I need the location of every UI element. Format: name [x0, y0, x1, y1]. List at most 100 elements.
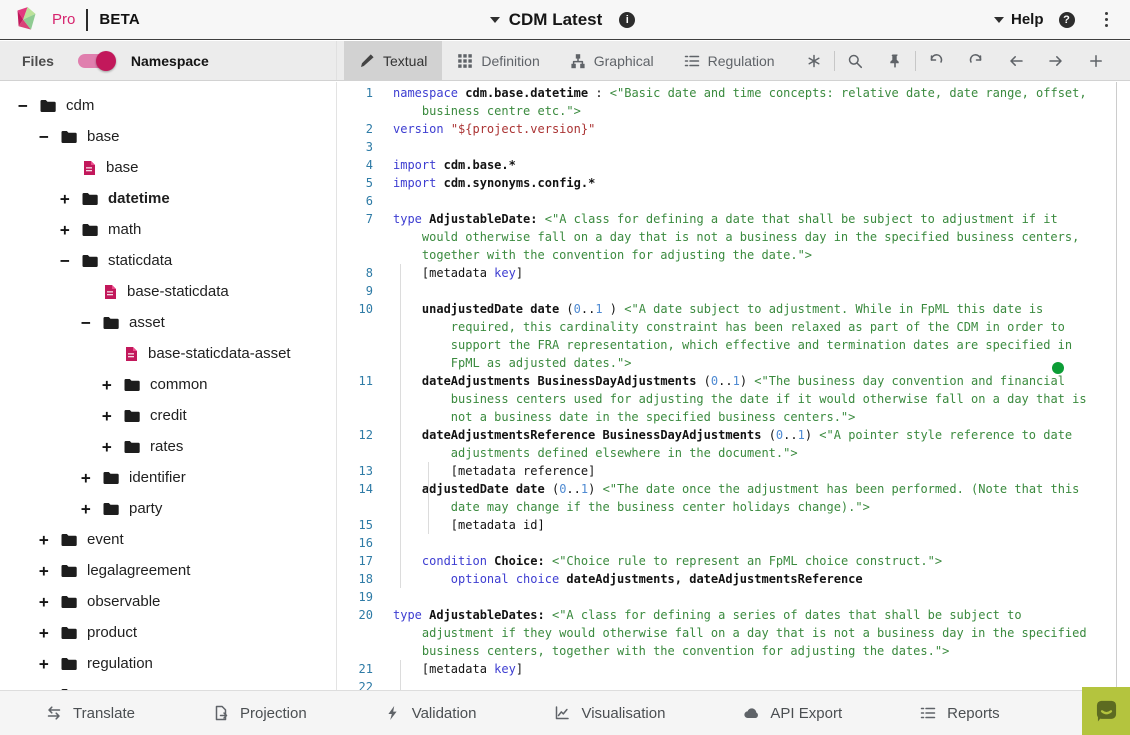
toolbar: Files Namespace TextualDefinitionGraphic…: [0, 41, 1130, 81]
tree-item-base-staticdata-asset[interactable]: base-staticdata-asset: [0, 338, 336, 369]
code-line-20-wrap: adjustment if they would otherwise fall …: [337, 624, 1130, 642]
tree-item-cdm[interactable]: −cdm: [0, 90, 336, 121]
statusbar-reports[interactable]: Reports: [920, 705, 1000, 722]
help-label: Help: [1011, 11, 1044, 28]
info-icon[interactable]: i: [619, 12, 635, 28]
tree-item-product[interactable]: +product: [0, 617, 336, 648]
tree-item-base[interactable]: base: [0, 152, 336, 183]
code-line-1-wrap: business centre etc.">: [337, 102, 1130, 120]
statusbar-translate[interactable]: Translate: [46, 705, 135, 722]
line-number: 5: [337, 174, 373, 192]
pro-badge: Pro: [52, 11, 75, 28]
code-line-11-wrap: not a business date in the specified bus…: [337, 408, 1130, 426]
chat-launcher-button[interactable]: [1082, 687, 1130, 735]
expander-plus-icon[interactable]: +: [39, 530, 60, 549]
chat-bubble-icon: [1093, 698, 1120, 725]
arrow-left-button[interactable]: [996, 41, 1036, 81]
files-label: Files: [22, 53, 54, 69]
plus-button[interactable]: [1076, 41, 1116, 81]
expander-plus-icon[interactable]: +: [39, 561, 60, 580]
line-number: 15: [337, 516, 373, 534]
tab-textual[interactable]: Textual: [344, 41, 442, 80]
line-number: 11: [337, 372, 373, 390]
tree-item-staticdata[interactable]: −staticdata: [0, 245, 336, 276]
code-text: adjustedDate date (0..1) <"The date once…: [393, 480, 1079, 498]
expander-plus-icon[interactable]: +: [39, 623, 60, 642]
tree-item-observable[interactable]: +observable: [0, 586, 336, 617]
folder-icon: [81, 252, 99, 270]
folder-icon: [123, 438, 141, 456]
expander-plus-icon[interactable]: +: [81, 499, 102, 518]
tree-item-event[interactable]: +event: [0, 524, 336, 555]
code-editor[interactable]: 1namespace cdm.base.datetime : <"Basic d…: [337, 82, 1130, 690]
tree-item-truncated[interactable]: +: [0, 679, 336, 690]
expander-plus-icon[interactable]: +: [60, 220, 81, 239]
line-number: [337, 318, 373, 336]
tree-item-common[interactable]: +common: [0, 369, 336, 400]
indent-guide: [400, 264, 401, 588]
plus-icon: [1088, 53, 1104, 69]
search-button[interactable]: [835, 41, 875, 81]
translate-icon: [46, 705, 62, 721]
files-namespace-toggle[interactable]: [78, 54, 113, 68]
expander-minus-icon[interactable]: −: [60, 251, 81, 270]
code-line-10: 10unadjustedDate date (0..1 ) <"A date s…: [337, 300, 1130, 318]
code-text: business centre etc.">: [393, 102, 581, 120]
tab-graphical[interactable]: Graphical: [555, 41, 669, 80]
tree-item-base[interactable]: −base: [0, 121, 336, 152]
line-number: 18: [337, 570, 373, 588]
kebab-menu-icon[interactable]: [1101, 8, 1113, 32]
tree-item-label: party: [129, 500, 162, 517]
code-line-20-wrap: business centers, together with the conv…: [337, 642, 1130, 660]
tree-item-asset[interactable]: −asset: [0, 307, 336, 338]
code-line-11: 11dateAdjustments BusinessDayAdjustments…: [337, 372, 1130, 390]
undo-button[interactable]: [916, 41, 956, 81]
minus-button[interactable]: [1116, 41, 1130, 81]
tree-item-base-staticdata[interactable]: base-staticdata: [0, 276, 336, 307]
tree-item-regulation[interactable]: +regulation: [0, 648, 336, 679]
project-selector[interactable]: CDM Latest i: [490, 10, 636, 30]
tree-item-party[interactable]: + party: [0, 493, 336, 524]
tree-item-datetime[interactable]: +datetime: [0, 183, 336, 214]
statusbar-visualisation[interactable]: Visualisation: [554, 705, 665, 722]
statusbar-validation[interactable]: Validation: [385, 705, 477, 722]
code-line-1: 1namespace cdm.base.datetime : <"Basic d…: [337, 84, 1130, 102]
statusbar-api-export[interactable]: API Export: [743, 705, 842, 722]
code-line-6: 6: [337, 192, 1130, 210]
statusbar-item-label: Visualisation: [581, 705, 665, 722]
tree-item-math[interactable]: + math: [0, 214, 336, 245]
arrow-right-icon: [1048, 53, 1064, 69]
tree-item-legalagreement[interactable]: +legalagreement: [0, 555, 336, 586]
expander-minus-icon[interactable]: −: [18, 96, 39, 115]
expander-minus-icon[interactable]: −: [81, 313, 102, 332]
tree-item-label: identifier: [129, 469, 186, 486]
code-line-11-wrap: business centers used for adjusting the …: [337, 390, 1130, 408]
tab-definition[interactable]: Definition: [442, 41, 554, 80]
scrollbar-track[interactable]: [1116, 82, 1130, 690]
expander-plus-icon[interactable]: +: [81, 468, 102, 487]
expander-minus-icon[interactable]: −: [39, 127, 60, 146]
expander-plus-icon[interactable]: +: [102, 437, 123, 456]
arrow-right-button[interactable]: [1036, 41, 1076, 81]
expander-plus-icon[interactable]: +: [39, 654, 60, 673]
folder-icon: [102, 500, 120, 518]
tab-regulation[interactable]: Regulation: [669, 41, 790, 80]
tree-item-identifier[interactable]: + identifier: [0, 462, 336, 493]
redo-button[interactable]: [956, 41, 996, 81]
expander-plus-icon[interactable]: +: [39, 592, 60, 611]
tree-item-credit[interactable]: +credit: [0, 400, 336, 431]
namespace-tree: −cdm−basebase+datetime+math−staticdataba…: [0, 82, 337, 690]
expander-plus-icon[interactable]: +: [102, 406, 123, 425]
tree-item-label: math: [108, 221, 141, 238]
statusbar-projection[interactable]: Projection: [213, 705, 307, 722]
pin-button[interactable]: [875, 41, 915, 81]
code-line-17: 17condition Choice: <"Choice rule to rep…: [337, 552, 1130, 570]
asterisk-button[interactable]: [794, 41, 834, 81]
line-number: 6: [337, 192, 373, 210]
code-text: support the FRA representation, which ef…: [393, 336, 1072, 354]
statusbar-item-label: Projection: [240, 705, 307, 722]
tree-item-rates[interactable]: +rates: [0, 431, 336, 462]
expander-plus-icon[interactable]: +: [60, 189, 81, 208]
help-menu[interactable]: Help ?: [994, 11, 1075, 28]
expander-plus-icon[interactable]: +: [102, 375, 123, 394]
